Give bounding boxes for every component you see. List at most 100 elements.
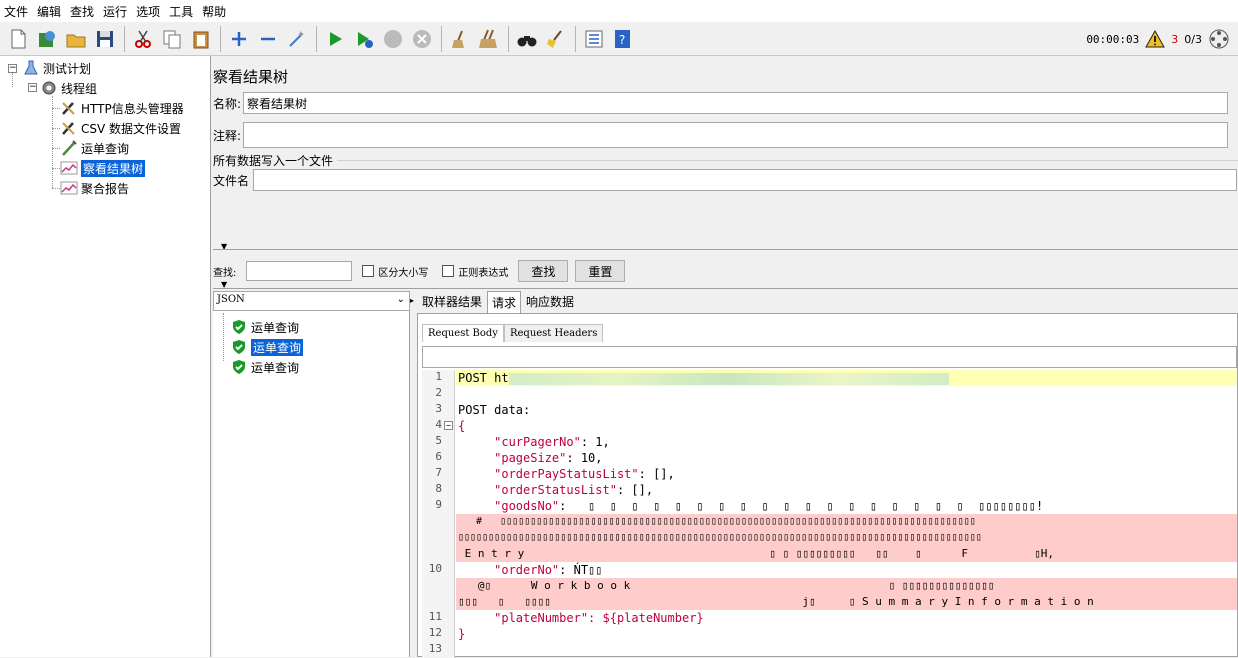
regex-checkbox[interactable] [442, 265, 455, 277]
request-body-editor[interactable]: 1 2 3 4 − 5 6 7 8 9 10 11 12 13 POST ht … [422, 370, 1237, 658]
toggle-button[interactable] [283, 25, 311, 53]
group-border [337, 160, 1238, 161]
paste-button[interactable] [187, 25, 215, 53]
shield-check-icon [233, 360, 245, 374]
search-input[interactable] [246, 261, 353, 281]
tree-node-view-results-tree[interactable]: 察看结果树 [60, 159, 146, 177]
new-button[interactable] [4, 25, 32, 53]
tree-node-csv-config[interactable]: CSV 数据文件设置 [60, 119, 181, 137]
redacted-url [508, 372, 949, 385]
menu-edit[interactable]: 编辑 [37, 3, 61, 20]
tab-request-body[interactable]: Request Body [422, 324, 504, 342]
line-number: 6 [435, 450, 442, 463]
open-button[interactable] [62, 25, 90, 53]
toolbar-separator [316, 25, 317, 52]
main-panel: 察看结果树 名称: 察看结果树 注释: 所有数据写入一个文件 文件名 ▼ 查找:… [213, 56, 1238, 658]
search-button[interactable] [513, 25, 541, 53]
menu-bar: 文件 编辑 查找 运行 选项 工具 帮助 [0, 0, 1238, 22]
json-value: : ŃT▯▯ [559, 563, 603, 577]
broom-icon [452, 30, 464, 48]
menu-help[interactable]: 帮助 [202, 3, 226, 20]
cut-button[interactable] [129, 25, 157, 53]
templates-button[interactable] [33, 25, 61, 53]
name-input[interactable]: 察看结果树 [243, 92, 1229, 114]
start-button[interactable] [321, 25, 349, 53]
wrench-icon [60, 119, 78, 137]
tree-node-http-header[interactable]: HTTP信息头管理器 [60, 99, 184, 117]
stop-button[interactable] [379, 25, 407, 53]
copy-button[interactable] [158, 25, 186, 53]
splitter[interactable] [213, 249, 1238, 250]
warning-icon[interactable] [1145, 30, 1166, 48]
tree-node-aggregate-report[interactable]: 聚合报告 [60, 179, 129, 197]
menu-run[interactable]: 运行 [103, 3, 127, 20]
splitter-arrow-icon[interactable]: ▸ [410, 296, 414, 305]
help-book-icon: ? [615, 29, 630, 48]
line-number: 5 [435, 434, 442, 447]
splitter[interactable] [213, 288, 1238, 289]
chevron-down-icon: ⌄ [396, 294, 405, 305]
expand-button[interactable] [225, 25, 253, 53]
result-tabs: 取样器结果 请求 响应数据 [417, 291, 579, 313]
tab-response-data[interactable]: 响应数据 [521, 290, 579, 313]
tab-request-headers[interactable]: Request Headers [503, 324, 604, 342]
result-item[interactable]: 运单查询 [231, 358, 299, 376]
code-line: POST ht [456, 370, 1237, 386]
tree-node-test-plan[interactable]: 测试计划 [22, 59, 91, 77]
tab-request[interactable]: 请求 [487, 291, 522, 313]
collapse-button[interactable] [254, 25, 282, 53]
request-subtabs: Request Body Request Headers [418, 320, 604, 342]
name-label: 名称: [213, 96, 242, 111]
shutdown-button[interactable] [408, 25, 436, 53]
tree-node-thread-group[interactable]: 线程组 [40, 79, 97, 97]
start-no-timers-button[interactable] [350, 25, 378, 53]
save-button[interactable] [91, 25, 119, 53]
tree-line [52, 148, 60, 149]
clear-all-button[interactable] [475, 25, 503, 53]
reset-button[interactable]: 重置 [575, 260, 626, 282]
toolbar-separator [124, 25, 125, 52]
menu-tools[interactable]: 工具 [169, 3, 193, 20]
result-item[interactable]: 运单查询 [231, 318, 299, 336]
clear-button[interactable] [446, 25, 474, 53]
menu-search[interactable]: 查找 [70, 3, 94, 20]
comment-input[interactable] [243, 122, 1229, 148]
toolbar-status: 00:00:03 3 0/3 [1086, 22, 1230, 56]
find-button[interactable]: 查找 [518, 260, 569, 282]
toolbar-separator [575, 25, 576, 52]
toolbar-separator [441, 25, 442, 52]
json-key: "orderStatusList" [494, 483, 617, 497]
graph-icon [60, 179, 78, 197]
renderer-select[interactable]: JSON ⌄ [213, 291, 410, 311]
filename-row: 文件名 [213, 169, 1238, 191]
request-panel: Request Body Request Headers 1 2 3 4 − 5… [417, 313, 1238, 658]
save-icon [97, 30, 113, 47]
result-item-selected[interactable]: 运单查询 [231, 338, 304, 356]
help-button[interactable]: ? [609, 25, 637, 53]
open-folder-icon [66, 34, 86, 47]
shield-check-icon [233, 340, 245, 354]
tree-node-sampler[interactable]: 运单查询 [60, 139, 129, 157]
toolbar: ? 00:00:03 3 0/3 [0, 22, 1238, 56]
reset-search-button[interactable] [542, 25, 570, 53]
new-file-icon [11, 29, 26, 48]
fold-toggle[interactable]: − [444, 421, 453, 430]
tree-line [223, 313, 224, 361]
search-label: 查找: [213, 267, 237, 279]
tree-line [52, 128, 60, 129]
filename-input[interactable] [253, 169, 1238, 191]
json-key: "orderPayStatusList" [494, 467, 639, 481]
json-value: : [], [638, 467, 675, 481]
elapsed-timer: 00:00:03 [1086, 32, 1140, 46]
play-icon [330, 31, 342, 46]
json-key: "pageSize" [494, 451, 567, 465]
function-helper-button[interactable] [580, 25, 608, 53]
editor-search-field[interactable] [422, 346, 1237, 368]
menu-file[interactable]: 文件 [4, 3, 28, 20]
tab-sampler-result[interactable]: 取样器结果 [417, 290, 487, 313]
menu-options[interactable]: 选项 [136, 3, 160, 20]
tree-collapse-group[interactable]: − [28, 83, 37, 92]
tree-collapse-root[interactable]: − [8, 64, 17, 73]
case-sensitive-checkbox[interactable] [362, 265, 375, 277]
plus-icon [232, 31, 246, 46]
